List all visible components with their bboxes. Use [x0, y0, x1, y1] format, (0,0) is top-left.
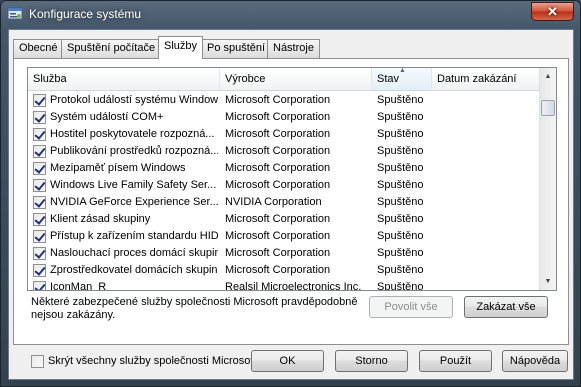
service-vendor: Microsoft Corporation [225, 264, 331, 276]
service-name: Naslouchací proces domácí skupiny [50, 247, 218, 259]
list-item[interactable]: Přístup k zařízením standardu HID Micros… [28, 228, 540, 245]
close-button[interactable]: ✕ [531, 2, 574, 21]
window-title: Konfigurace systému [29, 7, 142, 21]
service-vendor: Microsoft Corporation [225, 213, 331, 225]
service-status: Spuštěno [377, 179, 424, 191]
list-item[interactable]: Naslouchací proces domácí skupiny Micros… [28, 245, 540, 262]
service-status: Spuštěno [377, 128, 424, 140]
column-header-service[interactable]: Služba [28, 68, 220, 91]
service-checkbox[interactable] [33, 281, 46, 290]
service-checkbox[interactable] [33, 247, 46, 260]
scroll-down-icon[interactable]: ▼ [540, 273, 556, 290]
service-checkbox[interactable] [33, 213, 46, 226]
service-checkbox[interactable] [33, 162, 46, 175]
list-item[interactable]: NVIDIA GeForce Experience Ser... NVIDIA … [28, 194, 540, 211]
dialog-client-area: Obecné Spuštění počítače Služby Po spušt… [8, 29, 574, 380]
list-item[interactable]: Hostitel poskytovatele rozpozná... Micro… [28, 126, 540, 143]
service-name: Zprostředkovatel domácích skupin [50, 264, 218, 276]
cancel-button[interactable]: Storno [335, 350, 408, 372]
list-item[interactable]: Klient zásad skupiny Microsoft Corporati… [28, 211, 540, 228]
protected-services-note: Některé zabezpečené služby společnosti M… [31, 296, 358, 321]
enable-all-button[interactable]: Povolit vše [369, 296, 453, 318]
service-vendor: Microsoft Corporation [225, 111, 331, 123]
tab-boot[interactable]: Spuštění počítače [61, 39, 162, 58]
service-status: Spuštěno [377, 247, 424, 259]
list-item[interactable]: Mezipaměť písem Windows Microsoft Corpor… [28, 160, 540, 177]
tab-tools[interactable]: Nástroje [267, 39, 320, 58]
list-header: Služba Výrobce Stav ▲ Datum zakázání [28, 68, 540, 91]
services-tab-panel: Služba Výrobce Stav ▲ Datum zakázání Pro… [13, 58, 569, 368]
sort-ascending-icon: ▲ [399, 67, 406, 74]
service-checkbox[interactable] [33, 94, 46, 107]
vertical-scrollbar[interactable]: ▲ ▼ [539, 68, 556, 290]
service-name: Protokol událostí systému Windows [50, 94, 218, 106]
service-name: Publikování prostředků rozpozná... [50, 145, 218, 157]
hide-ms-checkbox-label: Skrýt všechny služby společnosti Microso… [48, 355, 257, 367]
service-name: Systém událostí COM+ [50, 111, 164, 123]
column-header-vendor[interactable]: Výrobce [220, 68, 372, 91]
service-name: NVIDIA GeForce Experience Ser... [50, 196, 218, 208]
title-bar[interactable]: Konfigurace systému ✕ [1, 1, 580, 28]
service-vendor: Microsoft Corporation [225, 162, 331, 174]
service-checkbox[interactable] [33, 230, 46, 243]
service-vendor: Microsoft Corporation [225, 179, 331, 191]
service-vendor: Microsoft Corporation [225, 94, 331, 106]
service-name: IconMan_R [50, 281, 107, 291]
list-item[interactable]: Protokol událostí systému Windows Micros… [28, 92, 540, 109]
service-status: Spuštěno [377, 145, 424, 157]
tab-services[interactable]: Služby [158, 36, 204, 59]
service-name: Windows Live Family Safety Ser... [50, 179, 217, 191]
service-name: Mezipaměť písem Windows [50, 162, 186, 174]
tab-startup[interactable]: Po spuštění [201, 39, 272, 58]
service-name: Přístup k zařízením standardu HID [50, 230, 218, 242]
disable-all-button[interactable]: Zakázat vše [464, 296, 548, 318]
service-status: Spuštěno [377, 230, 424, 242]
service-vendor: Realsil Microelectronics Inc. [225, 281, 362, 291]
service-name: Klient zásad skupiny [50, 213, 151, 225]
apply-button[interactable]: Použít [419, 350, 492, 372]
service-checkbox[interactable] [33, 128, 46, 141]
services-list[interactable]: Služba Výrobce Stav ▲ Datum zakázání Pro… [27, 67, 557, 291]
service-vendor: Microsoft Corporation [225, 128, 331, 140]
list-item[interactable]: Systém událostí COM+ Microsoft Corporati… [28, 109, 540, 126]
service-vendor: Microsoft Corporation [225, 230, 331, 242]
system-configuration-window: Konfigurace systému ✕ Obecné Spuštění po… [0, 0, 581, 387]
service-checkbox[interactable] [33, 196, 46, 209]
list-item[interactable]: Publikování prostředků rozpozná... Micro… [28, 143, 540, 160]
service-vendor: Microsoft Corporation [225, 145, 331, 157]
close-icon: ✕ [547, 4, 558, 19]
service-status: Spuštěno [377, 162, 424, 174]
column-header-disabled-date[interactable]: Datum zakázání [432, 68, 540, 91]
tab-general[interactable]: Obecné [13, 39, 64, 58]
list-item[interactable]: Windows Live Family Safety Ser... Micros… [28, 177, 540, 194]
service-status: Spuštěno [377, 196, 424, 208]
ok-button[interactable]: OK [251, 350, 324, 372]
service-status: Spuštěno [377, 111, 424, 123]
column-header-status[interactable]: Stav ▲ [372, 68, 432, 91]
service-status: Spuštěno [377, 264, 424, 276]
hide-ms-checkbox-box[interactable] [31, 355, 44, 368]
scroll-up-icon[interactable]: ▲ [540, 68, 556, 85]
service-status: Spuštěno [377, 281, 424, 291]
service-checkbox[interactable] [33, 111, 46, 124]
scroll-thumb[interactable] [541, 100, 555, 116]
service-checkbox[interactable] [33, 264, 46, 277]
service-vendor: Microsoft Corporation [225, 247, 331, 259]
service-status: Spuštěno [377, 94, 424, 106]
service-checkbox[interactable] [33, 145, 46, 158]
system-config-icon[interactable] [7, 6, 23, 22]
help-button[interactable]: Nápověda [502, 350, 568, 372]
service-checkbox[interactable] [33, 179, 46, 192]
list-item[interactable]: Zprostředkovatel domácích skupin Microso… [28, 262, 540, 279]
service-name: Hostitel poskytovatele rozpozná... [50, 128, 215, 140]
column-header-status-label: Stav [377, 73, 400, 85]
list-item[interactable]: IconMan_R Realsil Microelectronics Inc. … [28, 279, 540, 291]
service-vendor: NVIDIA Corporation [225, 196, 322, 208]
service-status: Spuštěno [377, 213, 424, 225]
